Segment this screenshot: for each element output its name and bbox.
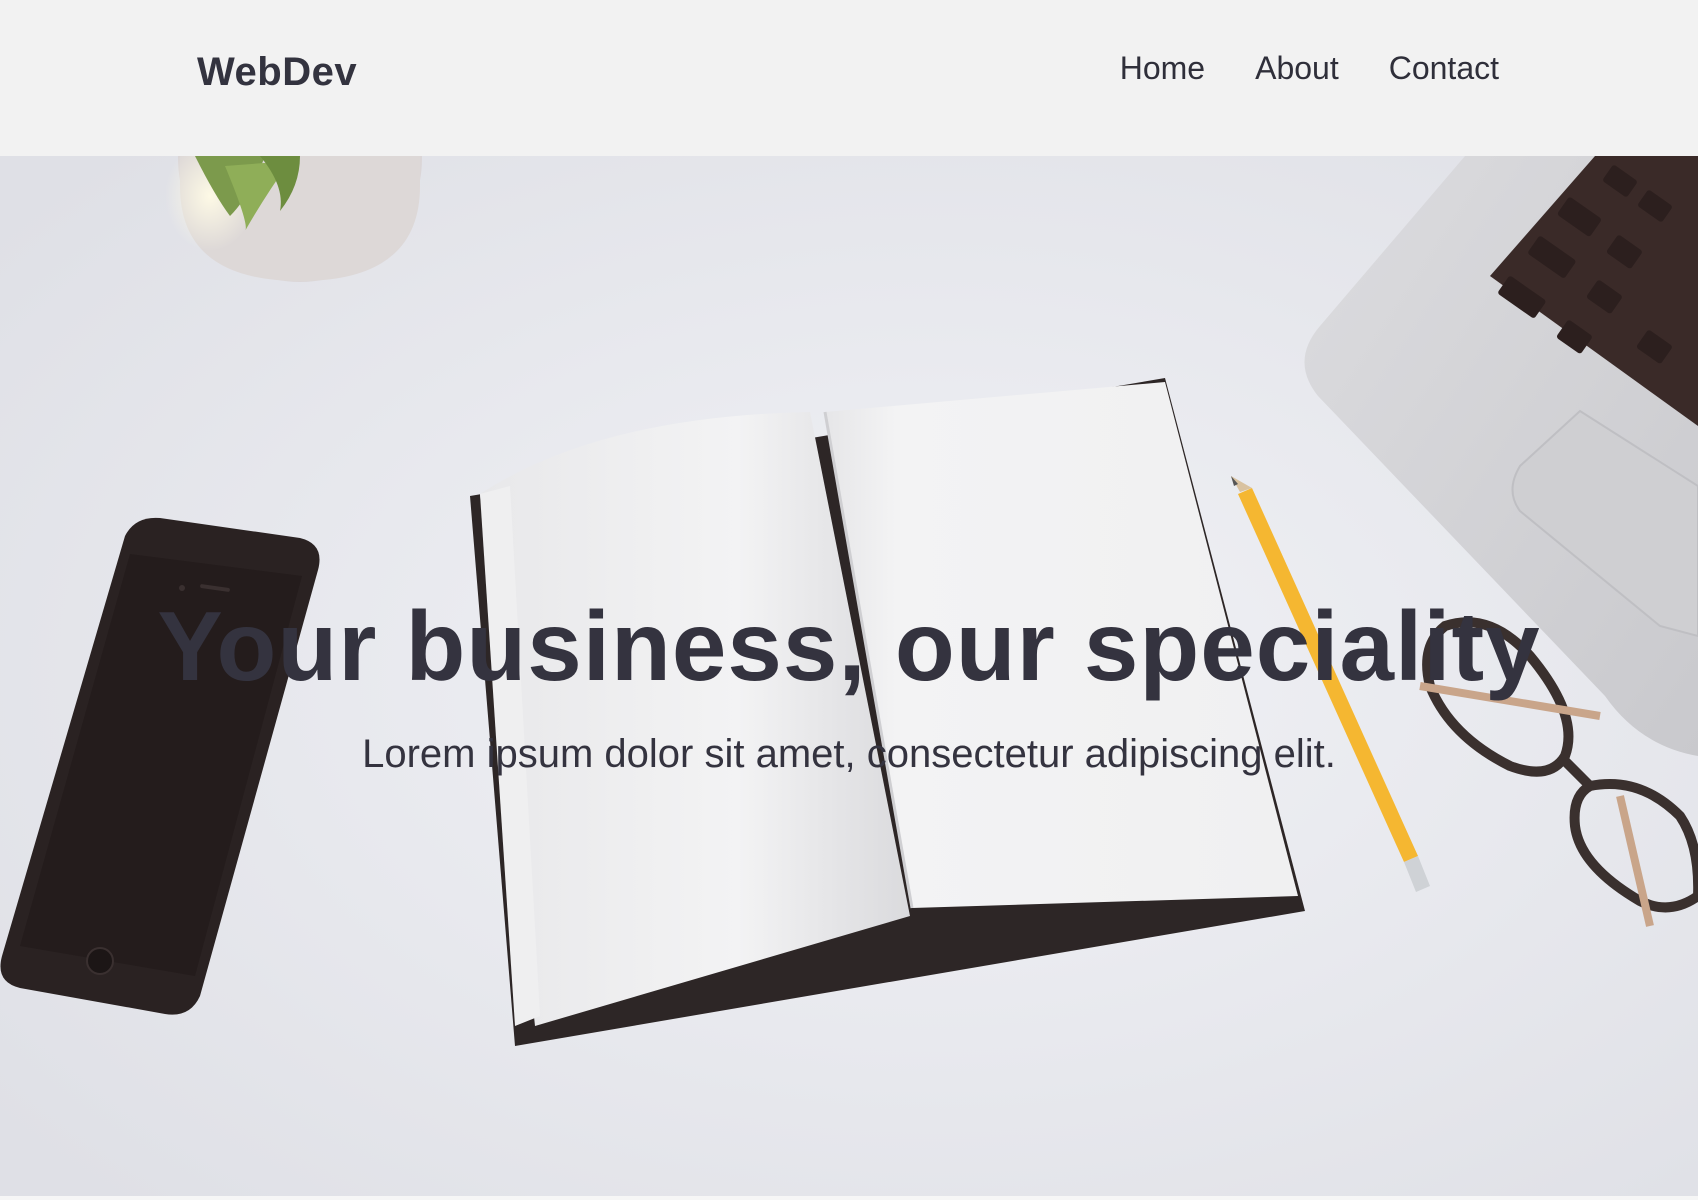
- site-header: WebDev Home About Contact: [0, 0, 1698, 156]
- site-logo[interactable]: WebDev: [197, 50, 357, 95]
- hero-bottom-border: [0, 1196, 1698, 1200]
- nav-link-about[interactable]: About: [1255, 50, 1339, 87]
- main-nav: Home About Contact: [1120, 50, 1499, 87]
- nav-link-home[interactable]: Home: [1120, 50, 1205, 87]
- hero-section: Your business, our speciality Lorem ipsu…: [0, 156, 1698, 1196]
- hero-background-image: [0, 156, 1698, 1196]
- nav-link-contact[interactable]: Contact: [1389, 50, 1499, 87]
- landing-page: WebDev Home About Contact Your business,…: [0, 0, 1698, 1200]
